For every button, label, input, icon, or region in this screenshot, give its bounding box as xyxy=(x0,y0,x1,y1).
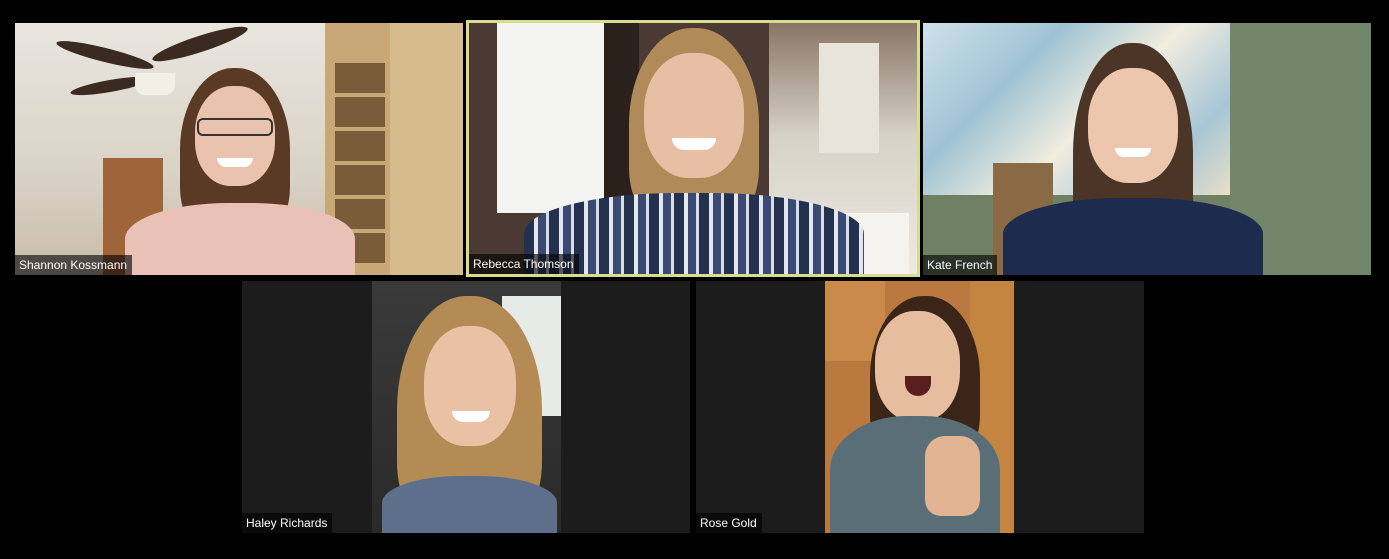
participant-person xyxy=(830,296,1010,533)
video-feed xyxy=(825,281,1014,533)
participant-person xyxy=(382,296,557,533)
video-feed xyxy=(15,23,463,275)
video-feed xyxy=(372,281,561,533)
video-feed xyxy=(469,23,917,274)
participant-name-label: Shannon Kossmann xyxy=(15,255,133,275)
participant-person xyxy=(1003,43,1263,275)
participant-tile-shannon-kossmann[interactable]: Shannon Kossmann xyxy=(15,23,463,275)
participant-tile-haley-richards[interactable]: Haley Richards xyxy=(242,281,690,533)
participant-person xyxy=(524,28,864,274)
participant-name-label: Rebecca Thomson xyxy=(469,254,579,274)
participant-name-label: Rose Gold xyxy=(696,513,762,533)
thumbs-up-hand xyxy=(925,436,980,516)
participant-name-label: Haley Richards xyxy=(242,513,333,533)
participant-name-label: Kate French xyxy=(923,255,998,275)
participant-tile-rose-gold[interactable]: Rose Gold xyxy=(696,281,1144,533)
video-feed xyxy=(923,23,1371,275)
participant-tile-kate-french[interactable]: Kate French xyxy=(923,23,1371,275)
participant-tile-rebecca-thomson[interactable]: Rebecca Thomson xyxy=(466,20,920,277)
participant-person xyxy=(125,68,355,275)
